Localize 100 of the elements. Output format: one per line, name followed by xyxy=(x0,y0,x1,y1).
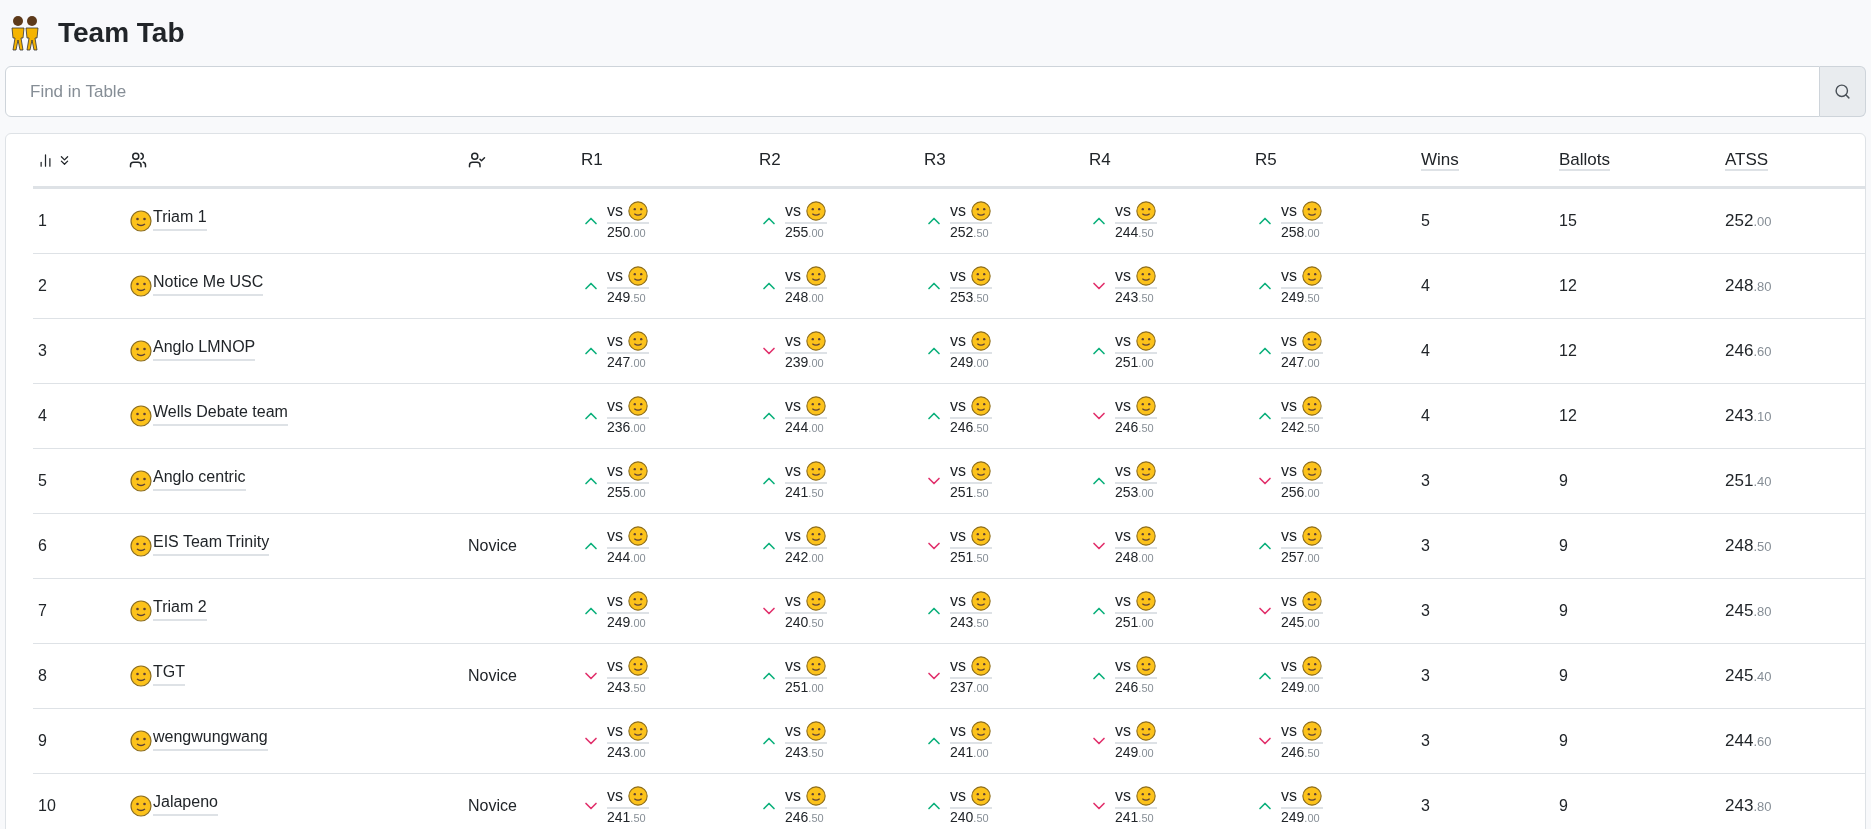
vs-text[interactable]: vs xyxy=(1115,396,1131,417)
vs-text[interactable]: vs xyxy=(950,656,966,677)
vs-text[interactable]: vs xyxy=(1281,721,1297,742)
vs-text[interactable]: vs xyxy=(1115,786,1131,807)
team-name[interactable]: Wells Debate team xyxy=(153,400,288,426)
vs-text[interactable]: vs xyxy=(607,591,623,612)
vs-text[interactable]: vs xyxy=(950,331,966,352)
vs-text[interactable]: vs xyxy=(1281,786,1297,807)
column-header[interactable]: R2 xyxy=(759,150,781,170)
ballots-text: 12 xyxy=(1559,341,1578,361)
vs-text[interactable]: vs xyxy=(950,721,966,742)
vs-text[interactable]: vs xyxy=(785,461,801,482)
wins-text: 5 xyxy=(1421,211,1431,231)
vs-text[interactable]: vs xyxy=(950,786,966,807)
vs-text[interactable]: vs xyxy=(1281,266,1297,287)
emoji-icon xyxy=(970,395,992,418)
vs-text[interactable]: vs xyxy=(607,656,623,677)
vs-text[interactable]: vs xyxy=(1281,656,1297,677)
wins-text: 3 xyxy=(1421,601,1431,621)
vs-text[interactable]: vs xyxy=(1115,721,1131,742)
vs-text[interactable]: vs xyxy=(607,201,623,222)
vs-text[interactable]: vs xyxy=(1281,396,1297,417)
vs-text[interactable]: vs xyxy=(785,266,801,287)
wins-text: 4 xyxy=(1421,406,1431,426)
team-name[interactable]: Anglo LMNOP xyxy=(153,335,256,361)
vs-text[interactable]: vs xyxy=(1115,461,1131,482)
emoji-icon xyxy=(627,720,649,743)
score-text: 251.00 xyxy=(1115,614,1155,632)
vs-text[interactable]: vs xyxy=(607,526,623,547)
vs-text[interactable]: vs xyxy=(1281,201,1297,222)
vs-text[interactable]: vs xyxy=(785,526,801,547)
team-icon[interactable] xyxy=(129,151,147,169)
wins-text: 3 xyxy=(1421,796,1431,816)
team-name[interactable]: Notice Me USC xyxy=(153,270,264,296)
emoji-icon xyxy=(1301,395,1323,418)
vs-text[interactable]: vs xyxy=(950,266,966,287)
vs-text[interactable]: vs xyxy=(785,396,801,417)
team-name[interactable]: Triam 1 xyxy=(153,205,207,231)
vs-text[interactable]: vs xyxy=(1281,331,1297,352)
emoji-icon xyxy=(1135,785,1157,808)
vs-text[interactable]: vs xyxy=(607,266,623,287)
vs-text[interactable]: vs xyxy=(607,396,623,417)
team-name[interactable]: TGT xyxy=(153,660,185,686)
score-text: 255.00 xyxy=(607,484,647,502)
vs-text[interactable]: vs xyxy=(950,526,966,547)
team-name[interactable]: Jalapeno xyxy=(153,790,218,816)
vs-text[interactable]: vs xyxy=(1115,526,1131,547)
vs-text[interactable]: vs xyxy=(607,721,623,742)
vs-text[interactable]: vs xyxy=(1115,331,1131,352)
vs-text[interactable]: vs xyxy=(1115,656,1131,677)
category-icon[interactable] xyxy=(468,151,486,169)
vs-text[interactable]: vs xyxy=(1115,201,1131,222)
emoji-icon xyxy=(129,469,153,493)
atss-text: 248.80 xyxy=(1725,275,1773,298)
emoji-icon xyxy=(1301,265,1323,288)
team-name[interactable]: Anglo centric xyxy=(153,465,246,491)
score-text: 246.50 xyxy=(950,419,990,437)
column-header[interactable]: R3 xyxy=(924,150,946,170)
atss-text: 243.10 xyxy=(1725,405,1773,428)
column-header[interactable]: R4 xyxy=(1089,150,1111,170)
rank-text: 7 xyxy=(37,601,48,621)
rank-text: 5 xyxy=(37,471,48,491)
vs-text[interactable]: vs xyxy=(1281,461,1297,482)
vs-text[interactable]: vs xyxy=(785,591,801,612)
search-field[interactable]: Find in Table xyxy=(5,66,1820,117)
column-header[interactable]: R1 xyxy=(581,150,603,170)
vs-text[interactable]: vs xyxy=(950,461,966,482)
column-header[interactable]: R5 xyxy=(1255,150,1277,170)
vs-text[interactable]: vs xyxy=(785,331,801,352)
emoji-icon xyxy=(1301,785,1323,808)
team-name[interactable]: wengwungwang xyxy=(153,725,268,751)
rank-text: 2 xyxy=(37,276,48,296)
emoji-icon xyxy=(970,785,992,808)
vs-text[interactable]: vs xyxy=(950,591,966,612)
search-button[interactable] xyxy=(1820,66,1866,117)
column-header[interactable]: Ballots xyxy=(1559,150,1611,172)
ballots-text: 9 xyxy=(1559,471,1569,491)
vs-text[interactable]: vs xyxy=(1281,526,1297,547)
emoji-icon xyxy=(1301,200,1323,223)
rank-icon[interactable] xyxy=(38,152,53,168)
column-header[interactable]: ATSS xyxy=(1725,150,1769,172)
vs-text[interactable]: vs xyxy=(785,786,801,807)
vs-text[interactable]: vs xyxy=(950,201,966,222)
vs-text[interactable]: vs xyxy=(1115,266,1131,287)
vs-text[interactable]: vs xyxy=(785,656,801,677)
vs-text[interactable]: vs xyxy=(607,786,623,807)
vs-text[interactable]: vs xyxy=(1281,591,1297,612)
vs-text[interactable]: vs xyxy=(785,721,801,742)
vs-text[interactable]: vs xyxy=(785,201,801,222)
score-text: 249.50 xyxy=(1281,289,1321,307)
vs-text[interactable]: vs xyxy=(950,396,966,417)
team-name[interactable]: EIS Team Trinity xyxy=(153,530,270,556)
emoji-icon xyxy=(970,525,992,548)
column-header[interactable]: Wins xyxy=(1421,150,1459,172)
team-name[interactable]: Triam 2 xyxy=(153,595,207,621)
vs-text[interactable]: vs xyxy=(1115,591,1131,612)
score-text: 241.50 xyxy=(607,809,647,827)
vs-text[interactable]: vs xyxy=(607,331,623,352)
score-text: 243.00 xyxy=(607,744,647,762)
vs-text[interactable]: vs xyxy=(607,461,623,482)
